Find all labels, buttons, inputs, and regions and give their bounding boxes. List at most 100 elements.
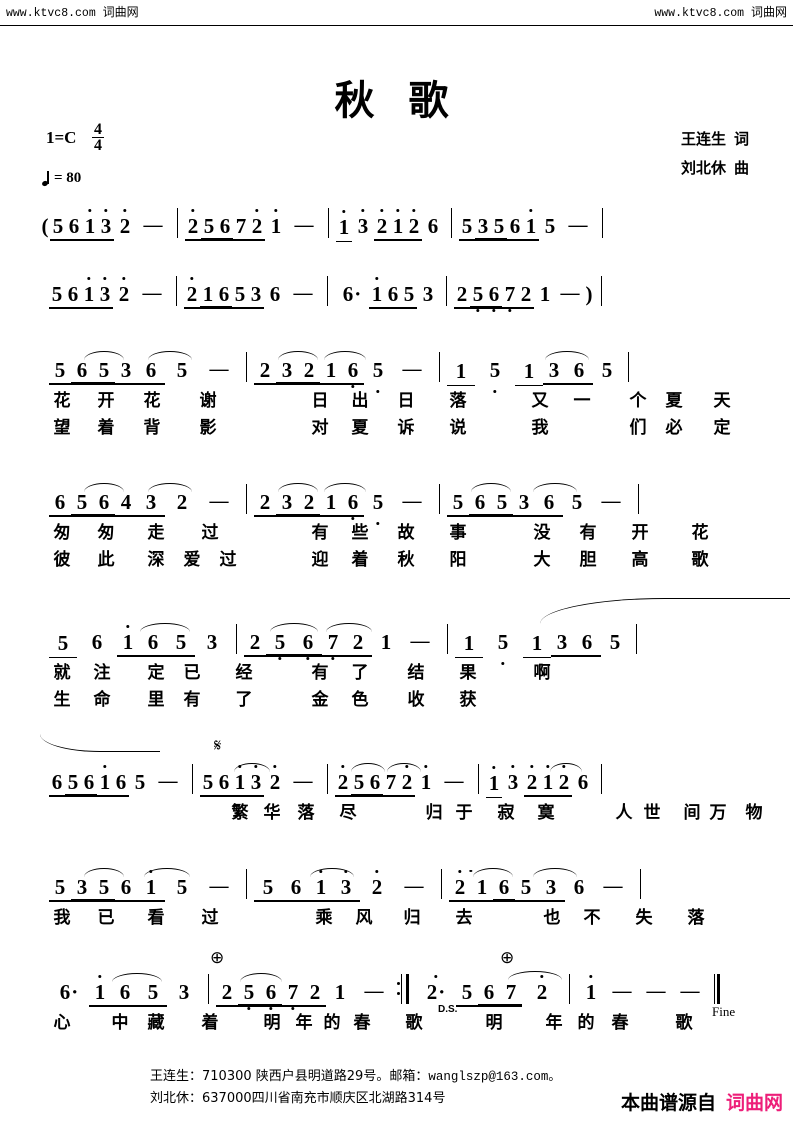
note: 7 bbox=[500, 981, 522, 1006]
note: 5 bbox=[403, 282, 415, 306]
lyric: 歌 bbox=[691, 550, 709, 570]
note: 6 bbox=[269, 282, 281, 306]
lyrics-row-1: 匆 匆 走 过 有 些 故 事 没 有 开 花 bbox=[40, 518, 753, 545]
lyric: 有 bbox=[183, 690, 201, 710]
note: 1 bbox=[540, 771, 556, 793]
lyric: 了 bbox=[351, 663, 369, 683]
lyric: 胆 bbox=[579, 550, 597, 570]
note: 6 bbox=[119, 980, 131, 1004]
staff-row: ( 6 56 13 2 — 2 5 6 72 bbox=[40, 196, 753, 242]
lyric: 繁 bbox=[231, 803, 249, 823]
lyric: 乘 bbox=[315, 908, 333, 928]
barline bbox=[640, 869, 641, 899]
barline bbox=[569, 974, 570, 1004]
note-dash: — bbox=[209, 359, 229, 380]
barline bbox=[478, 764, 479, 794]
quarter-note-icon bbox=[42, 170, 51, 187]
note: 5 bbox=[93, 359, 115, 384]
measure: 6 5 6 16 5 — bbox=[40, 771, 185, 798]
note: 5 bbox=[176, 358, 188, 382]
watermark-right-cn: 词曲网 bbox=[750, 5, 787, 19]
note: 2 bbox=[259, 358, 271, 382]
staff-row: 56 13 2 — 2 1 6 5 3 6 — 6 · 1 6 5 3 2 5 6… bbox=[40, 264, 753, 310]
lyric: 花 bbox=[143, 391, 161, 411]
beam-group: 13 bbox=[310, 876, 360, 903]
measure: 2 5 6 72 1 — bbox=[335, 763, 471, 798]
beam-group: 16 bbox=[320, 359, 364, 386]
music-line-8: ⊕ ⊕ 6 1 65 3 2 5 6 bbox=[0, 948, 793, 1035]
note: 5 bbox=[470, 283, 486, 308]
lyric: 物 bbox=[745, 803, 763, 823]
beam-group: 12 bbox=[540, 771, 572, 798]
note: 1 bbox=[232, 771, 248, 793]
note: 5 bbox=[147, 980, 159, 1004]
music-line-6: 𝄋 6 5 6 16 5 — 56 13 2 — 2 5 6 7 2 1 — 1… bbox=[0, 736, 793, 825]
note-dash: — bbox=[158, 771, 178, 792]
note: 2 bbox=[309, 980, 321, 1004]
note: 1 bbox=[539, 282, 551, 306]
note: 6 bbox=[218, 770, 230, 794]
barline bbox=[601, 764, 602, 794]
lyric: 了 bbox=[235, 690, 253, 710]
note: 1 bbox=[523, 215, 539, 237]
note: 1 bbox=[486, 772, 502, 798]
lyric: 着 bbox=[201, 1013, 219, 1033]
note-dash: — bbox=[402, 491, 422, 512]
note: 1 bbox=[447, 360, 475, 386]
beam-group: 65 bbox=[385, 283, 417, 310]
note: 6 bbox=[335, 283, 369, 310]
note: 3 bbox=[332, 876, 360, 898]
note: 2 bbox=[352, 630, 364, 654]
lyric: 对 bbox=[311, 418, 329, 438]
note: 1 bbox=[81, 283, 97, 305]
note: 6 bbox=[216, 283, 232, 308]
note: 5 bbox=[202, 770, 214, 794]
composer-name: 刘北休 bbox=[680, 159, 726, 177]
note: 3 bbox=[145, 490, 157, 514]
lyric: 此 bbox=[97, 550, 115, 570]
note: 2 bbox=[520, 282, 532, 306]
beam-group: 5 3 5 bbox=[49, 876, 115, 903]
note-dash: — bbox=[209, 491, 229, 512]
beam-group: 65 bbox=[111, 981, 167, 1008]
lyrics-row-1: 我 已 看 过 乘 风 归 去 也 不 失 落 bbox=[40, 903, 753, 930]
beam-group: 2 3 2 bbox=[254, 359, 320, 386]
beam-group: 6 56 bbox=[50, 215, 82, 242]
note: 3 bbox=[556, 630, 568, 654]
beam-group: 36 bbox=[551, 631, 601, 658]
lyric: 望 bbox=[53, 418, 71, 438]
note: 3 bbox=[97, 283, 113, 305]
beam-group: 43 bbox=[115, 491, 165, 518]
beam-group: 2 1 6 bbox=[449, 876, 515, 903]
note: 2 bbox=[524, 771, 540, 793]
note-dash: — bbox=[560, 283, 580, 304]
note: 6 bbox=[54, 490, 66, 514]
note: 5 bbox=[483, 631, 523, 658]
lyric: 落 bbox=[687, 908, 705, 928]
tempo-value: = 80 bbox=[54, 170, 82, 186]
lyric: 心 bbox=[53, 1013, 71, 1033]
note: 5 bbox=[520, 875, 532, 899]
note: 6 bbox=[51, 770, 63, 794]
note: 2 bbox=[264, 771, 286, 798]
measure: 56 13 2 — bbox=[40, 283, 169, 310]
lyric: 高 bbox=[631, 550, 649, 570]
note-dash: — bbox=[402, 359, 422, 380]
lyric: 花 bbox=[53, 391, 71, 411]
note: 1 bbox=[97, 771, 113, 793]
measure: 2 3 2 16 5 — bbox=[254, 483, 432, 518]
note: 5 bbox=[461, 214, 473, 238]
lyric: 果 bbox=[459, 663, 477, 683]
beam-group: 72 bbox=[233, 215, 265, 242]
note: 6 bbox=[486, 283, 502, 308]
note: 6 bbox=[67, 282, 79, 306]
note: 5 bbox=[175, 630, 187, 654]
lyric: 歌 bbox=[675, 1013, 693, 1033]
staff-row: 5 6 1 65 3 2 5 6 72 1 — 1 5 1 3 6 5 bbox=[40, 598, 790, 658]
lyric: 春 bbox=[611, 1013, 629, 1033]
lyric: 有 bbox=[311, 663, 329, 683]
note: 1 bbox=[334, 980, 346, 1004]
note: 7 bbox=[385, 770, 397, 794]
note: 5 bbox=[544, 214, 556, 238]
note: 5 bbox=[93, 876, 115, 901]
